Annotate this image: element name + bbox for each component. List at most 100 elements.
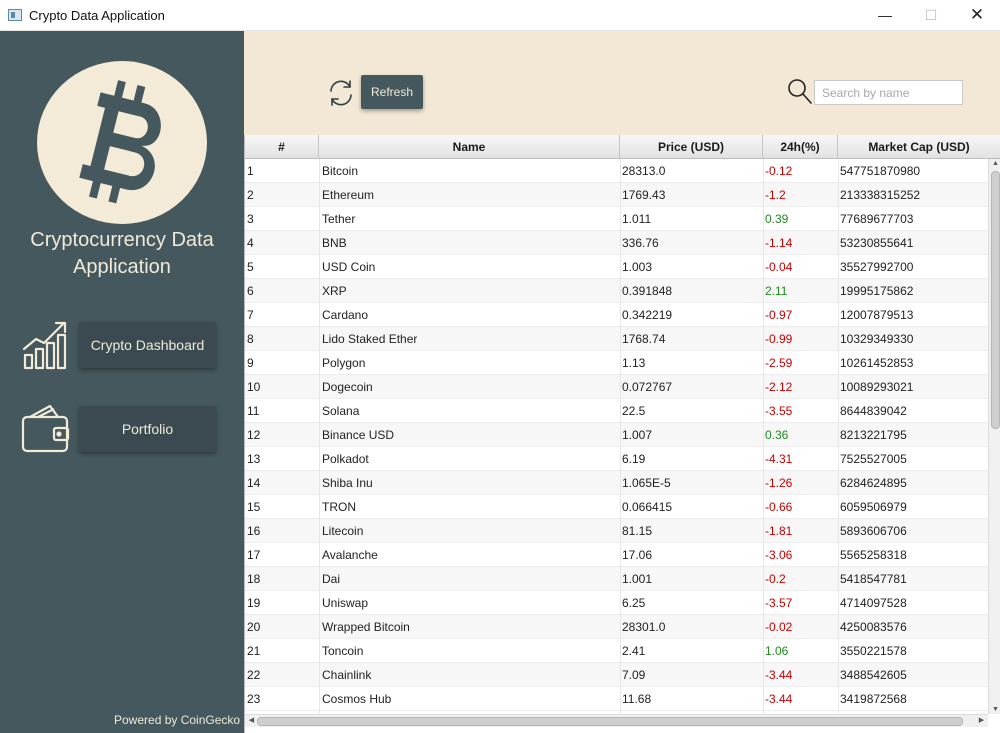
cell-market-cap: 53230855641: [840, 236, 914, 250]
cell-market-cap: 213338315252: [840, 188, 921, 202]
portfolio-button[interactable]: Portfolio: [79, 406, 216, 452]
horizontal-scrollbar[interactable]: ◀ ▶: [245, 714, 988, 727]
maximize-icon[interactable]: ☐: [908, 0, 954, 31]
column-divider: [319, 159, 320, 714]
cell-market-cap: 5418547781: [840, 572, 907, 586]
cell-market-cap: 5893606706: [840, 524, 907, 538]
cell-name: Polkadot: [322, 452, 369, 466]
cell-price: 0.066415: [622, 500, 673, 514]
column-header-rank[interactable]: #: [245, 135, 319, 159]
table-row[interactable]: 4 BNB 336.76 -1.14 53230855641: [245, 231, 988, 255]
cell-market-cap: 3550221578: [840, 644, 907, 658]
vertical-scrollbar[interactable]: ▲ ▼: [988, 159, 1000, 714]
cell-rank: 4: [247, 236, 254, 250]
cell-price: 6.19: [622, 452, 646, 466]
table-row[interactable]: 3 Tether 1.011 0.39 77689677703: [245, 207, 988, 231]
table-row[interactable]: 20 Wrapped Bitcoin 28301.0 -0.02 4250083576: [245, 615, 988, 639]
cell-change: -3.55: [765, 404, 793, 418]
cell-change: -3.44: [765, 668, 793, 682]
cell-market-cap: 10261452853: [840, 356, 914, 370]
cell-change: -0.2: [765, 572, 786, 586]
cell-change: -0.66: [765, 500, 793, 514]
cell-price: 1768.74: [622, 332, 666, 346]
table-row[interactable]: 9 Polygon 1.13 -2.59 10261452853: [245, 351, 988, 375]
cell-price: 6.25: [622, 596, 646, 610]
cell-market-cap: 7525527005: [840, 452, 907, 466]
cell-change: -1.14: [765, 236, 793, 250]
minimize-icon[interactable]: —: [862, 0, 908, 31]
refresh-button[interactable]: Refresh: [361, 75, 423, 109]
cell-price: 81.15: [622, 524, 653, 538]
cell-rank: 2: [247, 188, 254, 202]
cell-price: 1.003: [622, 260, 653, 274]
cell-market-cap: 8644839042: [840, 404, 907, 418]
table-row[interactable]: 1 Bitcoin 28313.0 -0.12 547751870980: [245, 159, 988, 183]
table-row[interactable]: 22 Chainlink 7.09 -3.44 3488542605: [245, 663, 988, 687]
cell-change: -3.57: [765, 596, 793, 610]
chart-icon: [20, 319, 72, 374]
scroll-down-icon[interactable]: ▼: [989, 706, 1000, 713]
cell-price: 1.007: [622, 428, 653, 442]
cell-name: Litecoin: [322, 524, 364, 538]
horizontal-scroll-thumb[interactable]: [257, 717, 963, 726]
cell-market-cap: 6284624895: [840, 476, 907, 490]
cell-rank: 7: [247, 308, 254, 322]
sidebar: Cryptocurrency Data Application Crypto D…: [0, 31, 244, 733]
cell-price: 11.68: [622, 692, 652, 706]
cell-price: 28301.0: [622, 620, 666, 634]
cell-rank: 10: [247, 380, 261, 394]
cell-change: -0.12: [765, 164, 793, 178]
cell-name: Wrapped Bitcoin: [322, 620, 410, 634]
scroll-right-icon[interactable]: ▶: [975, 716, 988, 724]
cell-price: 1.065E-5: [622, 476, 671, 490]
table-row[interactable]: 2 Ethereum 1769.43 -1.2 213338315252: [245, 183, 988, 207]
table-row[interactable]: 8 Lido Staked Ether 1768.74 -0.99 1032934933…: [245, 327, 988, 351]
cell-market-cap: 19995175862: [840, 284, 914, 298]
cell-market-cap: 77689677703: [840, 212, 914, 226]
vertical-scroll-thumb[interactable]: [991, 171, 1000, 429]
cell-rank: 8: [247, 332, 254, 346]
cell-market-cap: 6059506979: [840, 500, 907, 514]
table-row[interactable]: 5 USD Coin 1.003 -0.04 35527992700: [245, 255, 988, 279]
column-header-market-cap[interactable]: Market Cap (USD): [838, 135, 1000, 159]
search-input[interactable]: [814, 80, 963, 105]
table-row[interactable]: 12 Binance USD 1.007 0.36 8213221795: [245, 423, 988, 447]
cell-rank: 11: [247, 404, 260, 418]
refresh-icon[interactable]: [326, 78, 356, 111]
cell-price: 336.76: [622, 236, 659, 250]
table-row[interactable]: 17 Avalanche 17.06 -3.06 5565258318: [245, 543, 988, 567]
cell-change: -1.2: [765, 188, 786, 202]
table-row[interactable]: 18 Dai 1.001 -0.2 5418547781: [245, 567, 988, 591]
cell-change: -2.12: [765, 380, 793, 394]
cell-change: -0.97: [765, 308, 793, 322]
app-name-line1: Cryptocurrency Data: [30, 229, 214, 251]
cell-market-cap: 547751870980: [840, 164, 921, 178]
table-row[interactable]: 14 Shiba Inu 1.065E-5 -1.26 6284624895: [245, 471, 988, 495]
table-row[interactable]: 7 Cardano 0.342219 -0.97 12007879513: [245, 303, 988, 327]
cell-name: Dai: [322, 572, 341, 586]
column-header-change[interactable]: 24h(%): [763, 135, 838, 159]
table-row[interactable]: 21 Toncoin 2.41 1.06 3550221578: [245, 639, 988, 663]
column-header-name[interactable]: Name: [319, 135, 620, 159]
cell-name: Polygon: [322, 356, 366, 370]
close-icon[interactable]: ✕: [954, 0, 1000, 31]
column-divider: [620, 159, 621, 714]
table-row[interactable]: 13 Polkadot 6.19 -4.31 7525527005: [245, 447, 988, 471]
scroll-up-icon[interactable]: ▲: [989, 160, 1000, 167]
table-row[interactable]: 16 Litecoin 81.15 -1.81 5893606706: [245, 519, 988, 543]
cell-rank: 16: [247, 524, 261, 538]
crypto-dashboard-button[interactable]: Crypto Dashboard: [79, 322, 216, 368]
cell-name: Tether: [322, 212, 356, 226]
table-row[interactable]: 10 Dogecoin 0.072767 -2.12 10089293021: [245, 375, 988, 399]
table-row[interactable]: 6 XRP 0.391848 2.11 19995175862: [245, 279, 988, 303]
cell-change: 1.06: [765, 644, 789, 658]
cell-change: -0.02: [765, 620, 793, 634]
table-row[interactable]: 23 Cosmos Hub 11.68 -3.44 3419872568: [245, 687, 988, 711]
cell-change: -3.06: [765, 548, 793, 562]
cell-name: XRP: [322, 284, 347, 298]
table-row[interactable]: 15 TRON 0.066415 -0.66 6059506979: [245, 495, 988, 519]
cell-name: Cardano: [322, 308, 369, 322]
table-row[interactable]: 11 Solana 22.5 -3.55 8644839042: [245, 399, 988, 423]
table-row[interactable]: 19 Uniswap 6.25 -3.57 4714097528: [245, 591, 988, 615]
column-header-price[interactable]: Price (USD): [620, 135, 763, 159]
